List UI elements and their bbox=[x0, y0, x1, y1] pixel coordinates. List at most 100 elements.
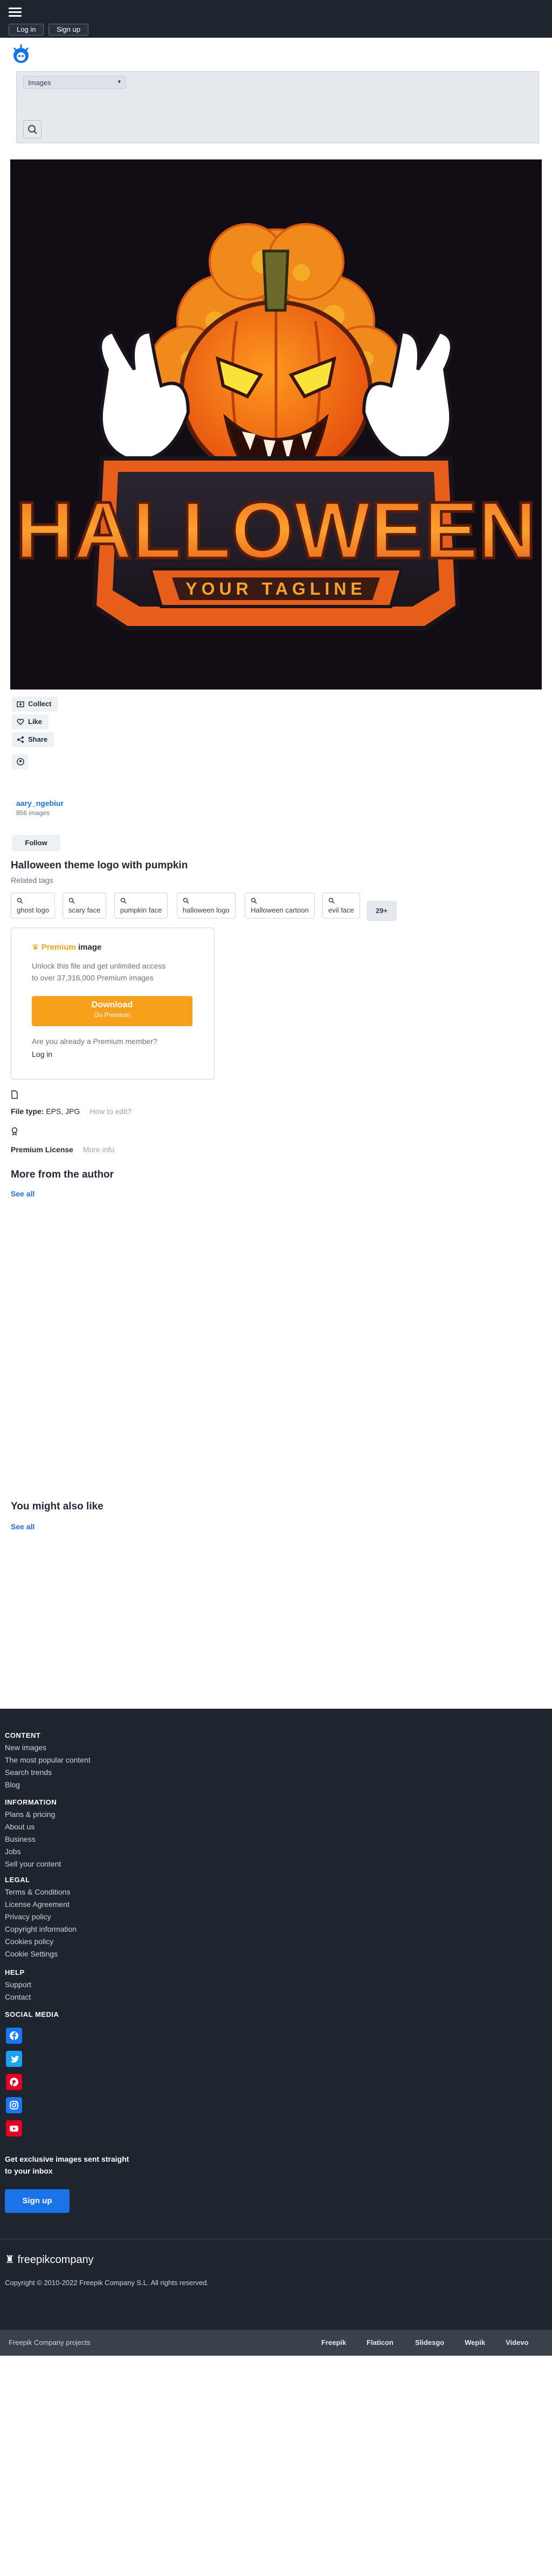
hero-artwork-tagline: YOUR TAGLINE bbox=[185, 579, 366, 598]
like-button[interactable]: Like bbox=[12, 714, 49, 729]
chevron-down-icon: ▾ bbox=[118, 79, 121, 85]
footer-link[interactable]: Business bbox=[5, 1835, 36, 1843]
project-link-videvo[interactable]: Videvo bbox=[506, 2338, 528, 2347]
collect-label: Collect bbox=[28, 700, 52, 708]
newsletter-signup-button[interactable]: Sign up bbox=[5, 2189, 70, 2213]
search-icon bbox=[328, 897, 335, 904]
search-icon bbox=[251, 897, 257, 904]
premium-download-card: ♛ Premium image Unlock this file and get… bbox=[11, 928, 215, 1080]
like-label: Like bbox=[28, 718, 43, 726]
author-image-count: 856 images bbox=[16, 809, 50, 817]
youtube-button[interactable] bbox=[6, 2120, 22, 2136]
footer-link[interactable]: Blog bbox=[5, 1780, 20, 1789]
license-row: Premium License More info bbox=[11, 1145, 114, 1154]
file-type-label: File type: bbox=[11, 1107, 44, 1116]
file-type-value: EPS, JPG bbox=[46, 1107, 80, 1116]
more-tags-button[interactable]: 29+ bbox=[367, 901, 397, 921]
search-icon bbox=[183, 897, 189, 904]
login-button[interactable]: Log in bbox=[9, 24, 44, 36]
top-navigation-bar: Log in Sign up bbox=[0, 0, 552, 38]
tag-label: ghost logo bbox=[17, 906, 49, 914]
newsletter-line1: Get exclusive images sent straight bbox=[5, 2155, 129, 2163]
follow-button[interactable]: Follow bbox=[12, 835, 60, 851]
share-button[interactable]: Share bbox=[12, 732, 54, 747]
footer-link[interactable]: About us bbox=[5, 1822, 34, 1831]
menu-icon[interactable] bbox=[9, 8, 22, 17]
footer-link[interactable]: Cookies policy bbox=[5, 1937, 53, 1946]
project-link-wepik[interactable]: Wepik bbox=[465, 2338, 485, 2347]
hero-image[interactable]: HALLOWEEN YOUR TAGLINE bbox=[10, 159, 542, 690]
premium-badge-suffix: image bbox=[78, 943, 102, 952]
download-label: Download bbox=[91, 1000, 133, 1009]
search-icon bbox=[17, 897, 23, 904]
more-info-link[interactable]: More info bbox=[83, 1145, 114, 1154]
footer-link[interactable]: The most popular content bbox=[5, 1756, 91, 1764]
signup-button[interactable]: Sign up bbox=[49, 24, 89, 36]
tag-item[interactable]: scary face bbox=[63, 893, 107, 918]
see-all-might-like-link[interactable]: See all bbox=[11, 1522, 34, 1531]
freepik-logo[interactable] bbox=[10, 43, 32, 68]
pinterest-share-button[interactable] bbox=[12, 754, 28, 769]
download-button[interactable]: Download Go Premium bbox=[32, 996, 192, 1026]
twitter-button[interactable] bbox=[6, 2051, 22, 2067]
footer-link[interactable]: Sell your content bbox=[5, 1860, 61, 1868]
footer-link[interactable]: New images bbox=[5, 1743, 46, 1752]
instagram-icon bbox=[10, 2101, 18, 2109]
footer-link[interactable]: Terms & Conditions bbox=[5, 1888, 70, 1896]
freepik-company-brand-icon: ♜ bbox=[5, 2254, 15, 2266]
license-label: Premium License bbox=[11, 1145, 73, 1154]
author-name[interactable]: aary_ngebiur bbox=[16, 799, 64, 807]
tag-label: evil face bbox=[328, 906, 354, 914]
company-projects-bar: Freepik Company projects Freepik Flatico… bbox=[0, 2330, 552, 2356]
premium-heading: ♛ Premium image bbox=[32, 942, 101, 952]
tag-item[interactable]: Halloween cartoon bbox=[245, 893, 315, 918]
footer-social-heading: SOCIAL MEDIA bbox=[5, 2010, 59, 2018]
search-icon bbox=[28, 125, 37, 134]
page-title: Halloween theme logo with pumpkin bbox=[11, 860, 188, 871]
footer-link[interactable]: Contact bbox=[5, 1993, 31, 2001]
footer-link[interactable]: Copyright information bbox=[5, 1925, 77, 1933]
see-all-author-link[interactable]: See all bbox=[11, 1189, 34, 1198]
pin-icon bbox=[17, 758, 24, 765]
premium-desc-line1: Unlock this file and get unlimited acces… bbox=[32, 962, 166, 970]
newsletter-line2: to your inbox bbox=[5, 2167, 53, 2175]
facebook-button[interactable] bbox=[6, 2028, 22, 2044]
category-select[interactable]: Images ▾ bbox=[23, 76, 126, 89]
pinterest-icon bbox=[10, 2078, 18, 2087]
how-to-edit-link[interactable]: How to edit? bbox=[89, 1107, 132, 1116]
category-select-value: Images bbox=[28, 79, 51, 87]
tag-item[interactable]: pumpkin face bbox=[114, 893, 168, 918]
search-icon bbox=[68, 897, 75, 904]
footer-link[interactable]: Cookie Settings bbox=[5, 1950, 58, 1958]
tag-item[interactable]: ghost logo bbox=[11, 893, 55, 918]
project-link-flaticon[interactable]: Flaticon bbox=[367, 2338, 394, 2347]
facebook-icon bbox=[10, 2031, 18, 2040]
tag-label: Halloween cartoon bbox=[251, 906, 309, 914]
member-question: Are you already a Premium member? bbox=[32, 1037, 157, 1046]
footer-content-heading: CONTENT bbox=[5, 1731, 41, 1739]
search-button[interactable] bbox=[23, 120, 42, 138]
collect-button[interactable]: Collect bbox=[12, 697, 58, 712]
footer-link[interactable]: Search trends bbox=[5, 1768, 52, 1777]
footer-link[interactable]: License Agreement bbox=[5, 1900, 70, 1909]
tag-item[interactable]: evil face bbox=[322, 893, 360, 918]
premium-login-link[interactable]: Log in bbox=[32, 1050, 52, 1059]
folder-plus-icon bbox=[17, 701, 24, 707]
project-link-freepik[interactable]: Freepik bbox=[321, 2338, 346, 2347]
pinterest-button[interactable] bbox=[6, 2074, 22, 2090]
project-link-slidesgo[interactable]: Slidesgo bbox=[415, 2338, 444, 2347]
go-premium-label: Go Premium bbox=[94, 1011, 130, 1019]
might-like-heading: You might also like bbox=[11, 1501, 104, 1512]
footer-link[interactable]: Privacy policy bbox=[5, 1912, 51, 1921]
file-type-row: File type: EPS, JPG How to edit? bbox=[11, 1107, 132, 1116]
footer-link[interactable]: Plans & pricing bbox=[5, 1810, 55, 1819]
search-panel: Images ▾ bbox=[16, 71, 539, 143]
footer-legal-heading: LEGAL bbox=[5, 1876, 30, 1884]
hero-artwork-title: HALLOWEEN bbox=[16, 485, 537, 575]
freepik-company-logo[interactable]: ♜ freepikcompany bbox=[5, 2253, 94, 2266]
footer-link[interactable]: Support bbox=[5, 1980, 31, 1989]
tag-item[interactable]: halloween logo bbox=[177, 893, 236, 918]
instagram-button[interactable] bbox=[6, 2097, 22, 2113]
license-icon bbox=[11, 1127, 18, 1138]
footer-link[interactable]: Jobs bbox=[5, 1847, 21, 1856]
